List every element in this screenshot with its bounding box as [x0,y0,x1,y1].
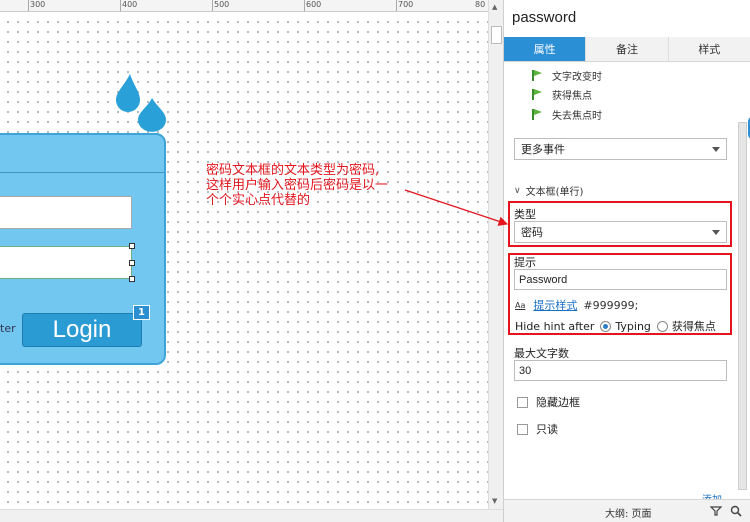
tab-notes[interactable]: 备注 [586,37,669,61]
chevron-down-icon [712,230,720,235]
type-dropdown[interactable]: 密码 [514,221,727,243]
type-label: 类型 [514,208,536,221]
section-header-textbox[interactable]: ∨ 文本框(单行) [514,183,584,199]
max-length-input[interactable]: 30 [514,360,727,381]
radio-typing-label[interactable]: Typing [615,320,651,333]
event-flag-icon [532,69,542,81]
readonly-checkbox[interactable] [517,423,528,435]
event-item[interactable]: 获得焦点 [531,86,592,102]
design-canvas[interactable]: 300 400 500 600 700 80 ter Login 1 密码文本框… [0,0,503,522]
event-item[interactable]: 失去焦点时 [531,106,602,122]
event-label: 获得焦点 [552,90,592,102]
event-label: 失去焦点时 [552,110,602,122]
ruler-tick-label: 500 [214,0,230,9]
inspector-panel: password 属性 备注 样式 文字改变时 获得焦点 失去焦点时 更多事件 … [503,0,750,522]
widget-name[interactable]: password [512,9,576,26]
event-label: 文字改变时 [552,71,602,83]
password-field[interactable] [0,246,132,279]
outline-bar: 大纲: 页面 [504,499,750,522]
ruler-tick-label: 700 [398,0,414,9]
username-field[interactable] [0,196,132,229]
event-flag-icon [532,108,542,120]
selection-handle[interactable] [129,260,135,266]
radio-typing[interactable] [600,320,612,332]
ruler-tick-label: 80 [475,0,486,9]
max-length-label: 最大文字数 [514,347,569,360]
ruler-tick [28,0,29,11]
scroll-thumb[interactable] [491,26,502,44]
hint-style-link[interactable]: 提示样式 [533,297,577,313]
hint-color-value: #999999; [583,298,639,312]
radio-focus[interactable] [656,320,668,332]
ruler-tick [212,0,213,11]
selection-handle[interactable] [129,243,135,249]
card-divider [0,172,164,173]
more-events-value: 更多事件 [521,143,565,156]
type-value: 密码 [521,226,543,239]
annotation-line: 个个实心点代替的 [206,193,311,208]
hide-border-option[interactable]: 隐藏边框 [517,394,580,410]
readonly-option[interactable]: 只读 [517,421,558,437]
ruler-tick [396,0,397,11]
outline-label[interactable]: 大纲: 页面 [605,505,652,520]
readonly-label: 只读 [536,423,558,436]
hide-hint-row: Hide hint after Typing 获得焦点 [515,318,716,334]
ruler-tick [304,0,305,11]
filter-icon[interactable] [710,505,722,517]
hide-hint-label: Hide hint after [515,319,595,333]
chevron-down-icon [712,147,720,152]
hide-border-checkbox[interactable] [517,396,528,408]
ruler-tick-label: 300 [30,0,46,9]
hint-style-row: Aa 提示样式 #999999; [515,297,638,313]
search-icon[interactable] [730,505,742,517]
canvas-vertical-scrollbar[interactable]: ▲ ▼ [488,0,503,509]
tab-properties[interactable]: 属性 [504,37,587,61]
text-style-icon: Aa [515,300,526,310]
ruler-tick-label: 400 [122,0,138,9]
ruler-tick-label: 600 [306,0,322,9]
section-title: 文本框(单行) [525,187,584,198]
scroll-down-icon[interactable]: ▼ [492,497,497,505]
event-flag-icon [532,88,542,100]
login-button[interactable]: Login [22,313,142,347]
water-drop-icon [116,74,166,132]
scroll-thumb[interactable] [738,122,747,490]
hint-input[interactable]: Password [514,269,727,290]
selection-handle[interactable] [129,276,135,282]
canvas-horizontal-scrollbar[interactable] [0,509,503,522]
event-item[interactable]: 文字改变时 [531,67,602,83]
hint-label: 提示 [514,256,536,269]
annotation-line: 这样用户输入密码后密码是以一 [206,178,389,193]
ruler-tick [120,0,121,11]
partial-label: ter [0,322,16,335]
radio-focus-label[interactable]: 获得焦点 [672,318,716,334]
scroll-up-icon[interactable]: ▲ [492,3,497,11]
tab-style[interactable]: 样式 [669,37,750,61]
annotation-note: 密码文本框的文本类型为密码, 这样用户输入密码后密码是以一 个个实心点代替的 [206,163,426,208]
horizontal-ruler: 300 400 500 600 700 80 [0,0,489,12]
interaction-badge: 1 [133,305,150,320]
chevron-down-icon: ∨ [514,185,521,196]
more-events-dropdown[interactable]: 更多事件 [514,138,727,160]
inspector-tabs: 属性 备注 样式 [504,37,750,62]
annotation-line: 密码文本框的文本类型为密码, [206,163,380,178]
hide-border-label: 隐藏边框 [536,396,580,409]
